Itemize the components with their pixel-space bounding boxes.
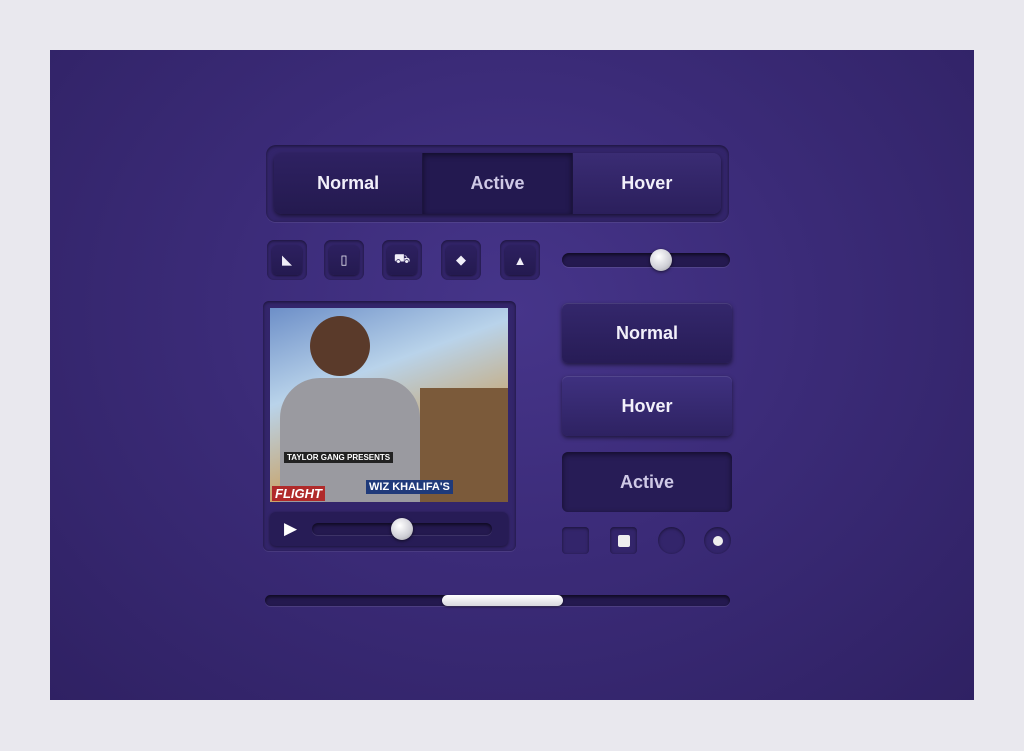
button-normal[interactable]: Normal [562, 303, 732, 363]
album-text-1: TAYLOR GANG PRESENTS [284, 452, 394, 463]
ipod-button[interactable]: ▯ [324, 240, 364, 280]
segmented-control: Normal Active Hover [266, 145, 729, 222]
radio-unchecked[interactable] [658, 527, 685, 554]
check-mark-icon [617, 534, 630, 547]
button-active[interactable]: Active [562, 452, 732, 512]
tag-button[interactable]: ◆ [441, 240, 481, 280]
tag-icon: ◆ [446, 245, 476, 275]
rss-button[interactable]: ◣ [267, 240, 307, 280]
media-player: TAYLOR GANG PRESENTS WIZ KHALIFA'S FLIGH… [263, 301, 516, 551]
album-art: TAYLOR GANG PRESENTS WIZ KHALIFA'S FLIGH… [270, 308, 508, 502]
segment-hover[interactable]: Hover [572, 153, 721, 214]
slider-track[interactable] [562, 249, 730, 271]
user-icon: ▲ [505, 245, 535, 275]
segment-normal[interactable]: Normal [274, 153, 424, 214]
rss-icon: ◣ [272, 245, 302, 275]
checkbox-unchecked[interactable] [562, 527, 589, 554]
play-icon[interactable]: ▶ [284, 519, 297, 539]
user-button[interactable]: ▲ [500, 240, 540, 280]
album-text-3: FLIGHT [272, 486, 325, 501]
player-controls: ▶ [270, 512, 508, 546]
cart-button[interactable]: ⛟ [382, 240, 422, 280]
button-hover[interactable]: Hover [562, 376, 732, 436]
progress-thumb[interactable] [391, 518, 413, 540]
ipod-icon: ▯ [329, 245, 359, 275]
radio-dot-icon [712, 535, 723, 546]
checkbox-checked[interactable] [610, 527, 637, 554]
horizontal-scrollbar[interactable] [265, 595, 730, 606]
cart-icon: ⛟ [387, 245, 417, 275]
scrollbar-thumb[interactable] [441, 595, 563, 606]
album-text-2: WIZ KHALIFA'S [366, 480, 453, 494]
progress-track[interactable] [312, 518, 492, 540]
radio-checked[interactable] [704, 527, 731, 554]
artist-head [310, 316, 370, 376]
slider-thumb[interactable] [650, 249, 673, 271]
segment-active[interactable]: Active [423, 153, 573, 214]
